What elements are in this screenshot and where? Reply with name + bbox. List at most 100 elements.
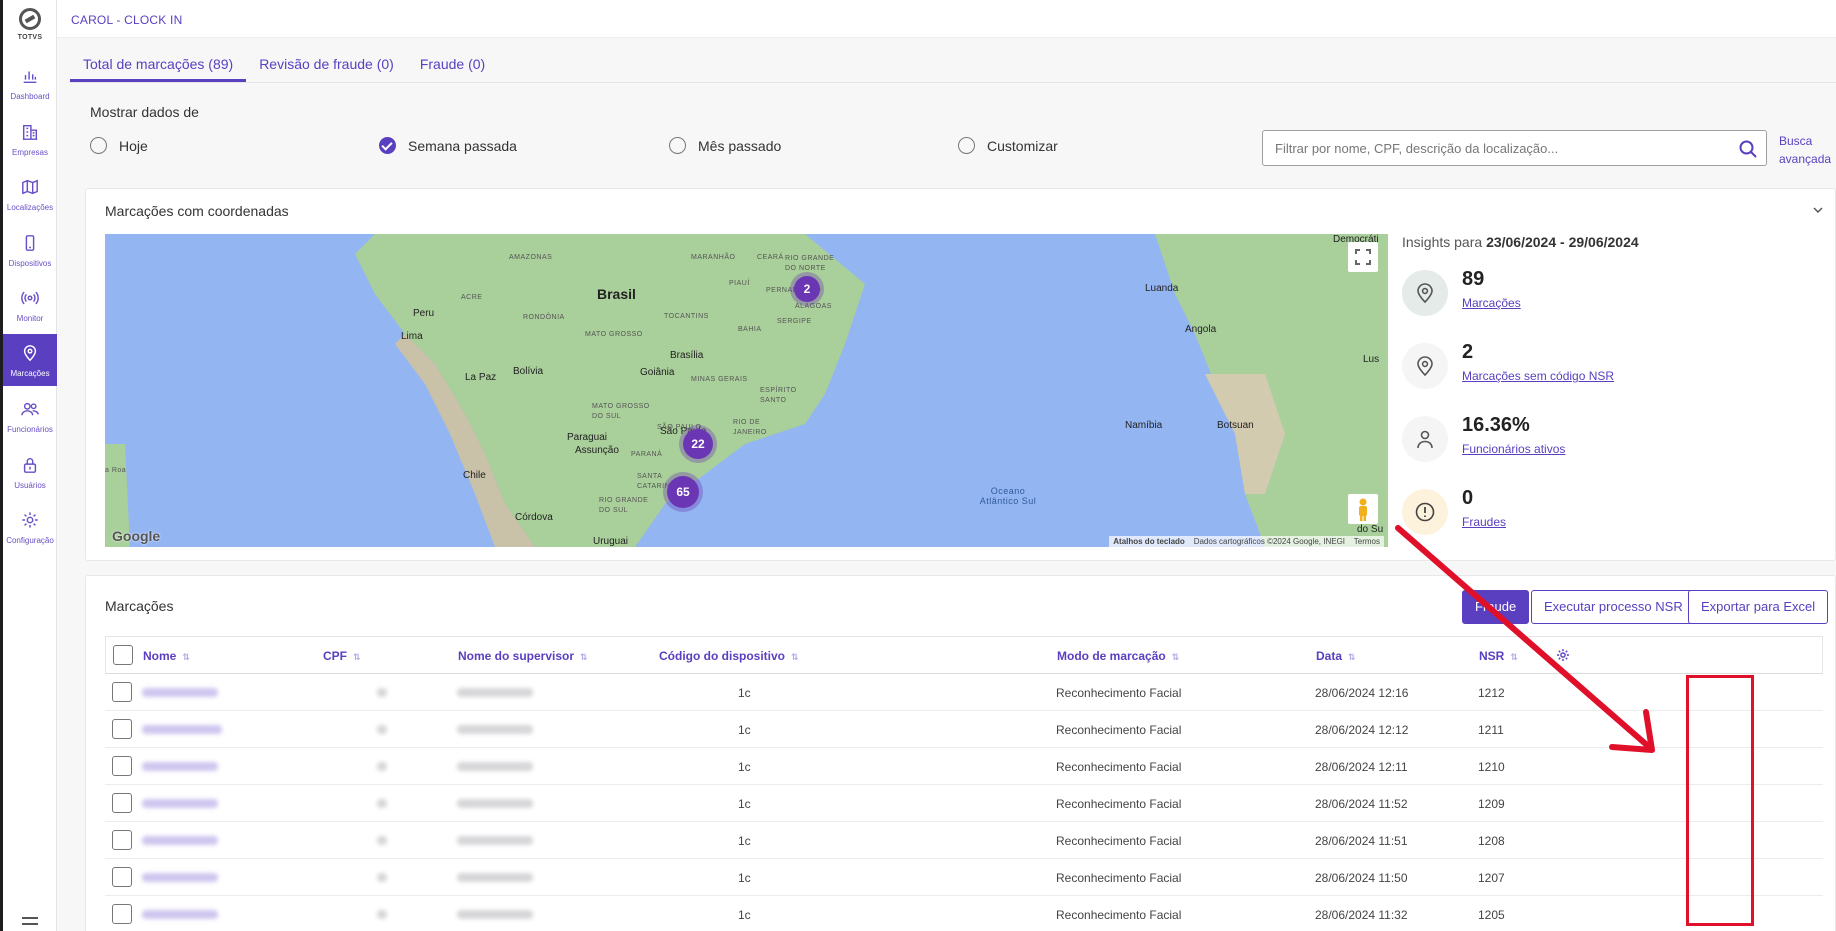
- column-label: Nome: [143, 649, 177, 663]
- totvs-logo-icon: [19, 8, 41, 30]
- insights-period-label: Insights para: [1402, 234, 1483, 250]
- table-row[interactable]: 1c Reconhecimento Facial 28/06/2024 12:1…: [105, 674, 1823, 711]
- insight-link[interactable]: Marcações sem código NSR: [1462, 369, 1614, 383]
- sidebar-item-dashboard[interactable]: Dashboard: [3, 57, 57, 109]
- redacted-cpf: [377, 873, 387, 882]
- insight-link[interactable]: Funcionários ativos: [1462, 442, 1565, 456]
- sort-icon[interactable]: ⇅: [1510, 652, 1518, 662]
- nsr-value: 1211: [1478, 723, 1504, 737]
- redacted-name[interactable]: [142, 873, 218, 882]
- column-header-nome[interactable]: Nome ⇅: [143, 649, 190, 663]
- mark-mode: Reconhecimento Facial: [1056, 871, 1182, 885]
- table-row[interactable]: 1c Reconhecimento Facial 28/06/2024 11:3…: [105, 896, 1823, 931]
- column-header-modo[interactable]: Modo de marcação ⇅: [1057, 649, 1179, 663]
- sort-icon[interactable]: ⇅: [1348, 652, 1356, 662]
- sidebar-item-funcionarios[interactable]: Funcionários: [3, 390, 57, 442]
- map-cluster-marker[interactable]: 2: [794, 276, 820, 302]
- sidebar-item-dispositivos[interactable]: Dispositivos: [3, 224, 57, 276]
- sidebar-item-configuracao[interactable]: Configuração: [3, 501, 57, 553]
- collapse-menu-icon[interactable]: [22, 917, 38, 925]
- radio-checked-icon[interactable]: [379, 137, 396, 154]
- redacted-name[interactable]: [142, 688, 218, 697]
- row-checkbox[interactable]: [112, 867, 132, 887]
- radio-semana-passada[interactable]: Semana passada: [379, 137, 517, 154]
- advanced-search-link[interactable]: Busca avançada: [1779, 132, 1831, 168]
- show-data-label: Mostrar dados de: [90, 104, 199, 120]
- redacted-name[interactable]: [142, 910, 218, 919]
- column-header-supervisor[interactable]: Nome do supervisor ⇅: [458, 649, 588, 663]
- table-row[interactable]: 1c Reconhecimento Facial 28/06/2024 12:1…: [105, 711, 1823, 748]
- sidebar-item-empresas[interactable]: Empresas: [3, 113, 57, 165]
- row-checkbox[interactable]: [112, 756, 132, 776]
- tab-fraude[interactable]: Fraude (0): [407, 46, 498, 82]
- row-checkbox[interactable]: [112, 904, 132, 924]
- export-excel-button[interactable]: Exportar para Excel: [1688, 590, 1829, 624]
- table-row[interactable]: 1c Reconhecimento Facial 28/06/2024 11:5…: [105, 785, 1823, 822]
- street-view-button[interactable]: [1348, 494, 1378, 524]
- sidebar-item-usuarios[interactable]: Usuários: [3, 446, 57, 498]
- terms-link[interactable]: Termos: [1354, 537, 1380, 546]
- radio-circle[interactable]: [958, 137, 975, 154]
- map-cluster-marker[interactable]: 22: [683, 429, 713, 459]
- map-label: PIAUÍ: [729, 280, 750, 287]
- totvs-logo[interactable]: TOTVS: [3, 6, 57, 50]
- row-checkbox[interactable]: [112, 830, 132, 850]
- row-checkbox[interactable]: [112, 793, 132, 813]
- sidebar-item-marcacoes[interactable]: Marcações: [3, 334, 57, 386]
- sidebar-item-label: Configuração: [6, 536, 54, 545]
- radio-mes-passado[interactable]: Mês passado: [669, 137, 781, 154]
- sort-icon[interactable]: ⇅: [182, 652, 190, 662]
- column-header-cpf[interactable]: CPF ⇅: [323, 649, 361, 663]
- fullscreen-button[interactable]: [1348, 242, 1378, 272]
- table-row[interactable]: 1c Reconhecimento Facial 28/06/2024 11:5…: [105, 822, 1823, 859]
- search-icon[interactable]: [1738, 139, 1758, 159]
- column-settings-gear-icon[interactable]: [1556, 648, 1570, 662]
- column-label: Modo de marcação: [1057, 649, 1166, 663]
- select-all-checkbox[interactable]: [113, 645, 133, 665]
- pin-icon: [23, 345, 37, 362]
- insight-link[interactable]: Marcações: [1462, 296, 1521, 310]
- redacted-name[interactable]: [142, 762, 218, 771]
- map-cluster-marker[interactable]: 65: [667, 476, 699, 508]
- sidebar-item-localizacoes[interactable]: Localizações: [3, 168, 57, 220]
- sidebar-item-monitor[interactable]: Monitor: [3, 279, 57, 331]
- sort-icon[interactable]: ⇅: [1172, 652, 1180, 662]
- brand-name: TOTVS: [17, 34, 43, 41]
- search-input[interactable]: [1263, 131, 1703, 165]
- google-map[interactable]: Brasil Peru Lima Bolívia La Paz Paraguai…: [105, 234, 1388, 547]
- tab-revisao-fraude[interactable]: Revisão de fraude (0): [246, 46, 407, 82]
- redacted-name[interactable]: [142, 799, 218, 808]
- sidebar-item-label: Dashboard: [10, 92, 50, 101]
- column-header-dispositivo[interactable]: Código do dispositivo ⇅: [659, 649, 799, 663]
- row-checkbox[interactable]: [112, 719, 132, 739]
- map-label: Assunção: [575, 445, 619, 456]
- table-row[interactable]: 1c Reconhecimento Facial 28/06/2024 12:1…: [105, 748, 1823, 785]
- radio-circle[interactable]: [90, 137, 107, 154]
- map-attribution: Atalhos do teclado Dados cartográficos ©…: [1109, 536, 1384, 547]
- insight-link[interactable]: Fraudes: [1462, 515, 1506, 529]
- radio-hoje[interactable]: Hoje: [90, 137, 148, 154]
- map-label: ESPÍRITO SANTO: [760, 387, 797, 404]
- keyboard-shortcuts-link[interactable]: Atalhos do teclado: [1113, 537, 1185, 546]
- column-header-nsr[interactable]: NSR ⇅: [1479, 649, 1518, 663]
- tab-total-marcacoes[interactable]: Total de marcações (89): [70, 46, 247, 82]
- breadcrumb[interactable]: CAROL - CLOCK IN: [71, 13, 182, 27]
- chevron-down-icon[interactable]: [1811, 203, 1825, 217]
- sort-icon[interactable]: ⇅: [791, 652, 799, 662]
- sort-icon[interactable]: ⇅: [353, 652, 361, 662]
- redacted-name[interactable]: [142, 836, 218, 845]
- row-checkbox[interactable]: [112, 682, 132, 702]
- sidebar-item-label: Usuários: [14, 481, 46, 490]
- redacted-name[interactable]: [142, 725, 222, 734]
- column-header-data[interactable]: Data ⇅: [1316, 649, 1356, 663]
- map-icon: [22, 179, 38, 195]
- insights-panel: Insights para 23/06/2024 - 29/06/2024 89…: [1402, 234, 1822, 535]
- fraud-button[interactable]: Fraude: [1462, 590, 1530, 624]
- radio-customizar[interactable]: Customizar: [958, 137, 1058, 154]
- column-label: Código do dispositivo: [659, 649, 785, 663]
- run-nsr-button[interactable]: Executar processo NSR: [1531, 590, 1696, 624]
- sort-icon[interactable]: ⇅: [580, 652, 588, 662]
- table-row[interactable]: 1c Reconhecimento Facial 28/06/2024 11:5…: [105, 859, 1823, 896]
- map-label: Namíbia: [1125, 420, 1163, 431]
- radio-circle[interactable]: [669, 137, 686, 154]
